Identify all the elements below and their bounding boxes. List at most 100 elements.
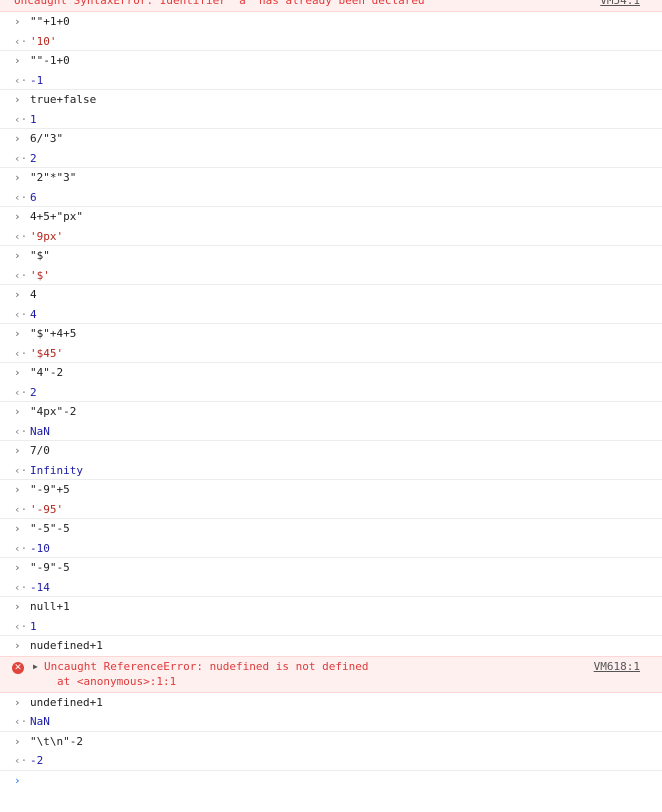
console-input-row: › "-9"+5 <box>0 480 662 500</box>
console-result-value: 2 <box>30 385 37 399</box>
console-input-text: "-9"-5 <box>30 561 70 574</box>
chevron-right-icon: › <box>14 288 21 301</box>
return-arrow-icon: ‹· <box>14 34 28 48</box>
console-input-text: 6/"3" <box>30 132 64 145</box>
console-result-row: ‹· 6 <box>0 188 662 207</box>
return-arrow-icon: ‹· <box>14 385 28 399</box>
console-input-text: 7/0 <box>30 444 50 457</box>
console-result-value: 1 <box>30 112 37 126</box>
return-arrow-icon: ‹· <box>14 190 28 204</box>
console-input-text: 4+5+"px" <box>30 210 83 223</box>
console-input-text: undefined+1 <box>30 695 103 709</box>
chevron-right-icon: › <box>14 483 21 496</box>
console-result-row: ‹· '-95' <box>0 500 662 519</box>
return-arrow-icon: ‹· <box>14 754 28 767</box>
console-input-text: "$"+4+5 <box>30 327 77 340</box>
console-input-row: › "$" <box>0 246 662 266</box>
top-error-source-link[interactable]: VM54:1 <box>600 0 640 11</box>
error-message: Uncaught ReferenceError: nudefined is no… <box>44 659 369 673</box>
console-input-text: ""+1+0 <box>30 15 70 28</box>
top-error-message: Uncaught SyntaxError: Identifier 'a' has… <box>14 0 425 7</box>
console-input-text: nudefined+1 <box>30 639 103 652</box>
chevron-right-icon: › <box>14 695 21 709</box>
entries-list: › ""+1+0 ‹· '10' › ""-1+0 ‹· -1 › true+false ‹· 1 › 6… <box>0 12 662 636</box>
console-result-value: '-95' <box>30 502 64 516</box>
chevron-right-icon: › <box>14 15 21 28</box>
console-input-row: › ""+1+0 <box>0 12 662 32</box>
console-result-row: ‹· '$' <box>0 266 662 285</box>
console-result-value: 6 <box>30 190 37 204</box>
console-result-value: NaN <box>30 424 50 438</box>
chevron-right-icon: › <box>14 210 21 223</box>
console-result-row: ‹· 1 <box>0 110 662 129</box>
chevron-right-icon: › <box>14 366 21 379</box>
console-prompt[interactable]: › <box>0 771 662 791</box>
error-stack: at <anonymous>:1:1 <box>57 674 177 688</box>
console-input-row: › true+false <box>0 90 662 110</box>
error-circle-icon: ✕ <box>12 661 24 674</box>
console-input-text: "2"*"3" <box>30 171 77 184</box>
chevron-right-icon: › <box>14 561 21 574</box>
console-result-value: '$45' <box>30 346 64 360</box>
console-input-row: › undefined+1 <box>0 693 662 713</box>
return-arrow-icon: ‹· <box>14 346 28 360</box>
console-result-value: Infinity <box>30 463 83 477</box>
console-result-row: ‹· -2 <box>0 751 662 771</box>
error-source-link[interactable]: VM618:1 <box>594 660 640 674</box>
console-result-value: NaN <box>30 715 50 728</box>
chevron-right-icon: › <box>14 327 21 340</box>
chevron-right-icon: › <box>14 734 21 748</box>
return-arrow-icon: ‹· <box>14 541 28 555</box>
console-result-value: -1 <box>30 73 44 87</box>
console-input-text: "\t\n"-2 <box>30 734 83 748</box>
console-result-row: ‹· 4 <box>0 305 662 324</box>
console-input-row: › "4px"-2 <box>0 402 662 422</box>
console-result-row: ‹· '10' <box>0 32 662 51</box>
console-input-row: › "\t\n"-2 <box>0 732 662 752</box>
console-input-row: › 4+5+"px" <box>0 207 662 227</box>
error-input-row: › nudefined+1 <box>0 636 662 656</box>
chevron-right-icon: › <box>14 54 21 67</box>
console-result-value: '$' <box>30 268 50 282</box>
console-result-row: ‹· NaN <box>0 422 662 441</box>
chevron-right-icon: › <box>14 600 21 613</box>
console-input-row: › 4 <box>0 285 662 305</box>
console-result-value: 4 <box>30 307 37 321</box>
console-input-row: › null+1 <box>0 597 662 617</box>
console-result-row: ‹· -14 <box>0 578 662 597</box>
console-input-text: "-5"-5 <box>30 522 70 535</box>
chevron-right-icon: › <box>14 522 21 535</box>
console-result-row: ‹· -10 <box>0 539 662 558</box>
console-result-value: -2 <box>30 754 44 767</box>
console-input-text: true+false <box>30 93 97 106</box>
console-input-row: › "-5"-5 <box>0 519 662 539</box>
console-panel: Uncaught SyntaxError: Identifier 'a' has… <box>0 0 662 791</box>
console-result-row: ‹· '$45' <box>0 344 662 363</box>
console-input-row: › "-9"-5 <box>0 558 662 578</box>
console-result-row: ‹· 1 <box>0 617 662 636</box>
chevron-right-icon: › <box>14 171 21 184</box>
console-input-row: › ""-1+0 <box>0 51 662 71</box>
return-arrow-icon: ‹· <box>14 463 28 477</box>
return-arrow-icon: ‹· <box>14 151 28 165</box>
console-result-row: ‹· 2 <box>0 149 662 168</box>
return-arrow-icon: ‹· <box>14 715 28 728</box>
console-result-row: ‹· NaN <box>0 712 662 732</box>
return-arrow-icon: ‹· <box>14 73 28 87</box>
chevron-right-icon: › <box>14 132 21 145</box>
console-result-value: -14 <box>30 580 50 594</box>
after-entries-list: › undefined+1 ‹· NaN › "\t\n"-2 ‹· -2 <box>0 693 662 771</box>
return-arrow-icon: ‹· <box>14 307 28 321</box>
console-input-text: null+1 <box>30 600 70 613</box>
console-result-value: 2 <box>30 151 37 165</box>
prompt-caret-icon: › <box>14 773 21 787</box>
console-input-text: ""-1+0 <box>30 54 70 67</box>
chevron-right-icon: › <box>14 444 21 457</box>
console-input-text: 4 <box>30 288 37 301</box>
return-arrow-icon: ‹· <box>14 619 28 633</box>
return-arrow-icon: ‹· <box>14 229 28 243</box>
expand-triangle-icon[interactable]: ▶ <box>33 661 38 673</box>
console-result-value: -10 <box>30 541 50 555</box>
return-arrow-icon: ‹· <box>14 424 28 438</box>
console-result-value: 1 <box>30 619 37 633</box>
